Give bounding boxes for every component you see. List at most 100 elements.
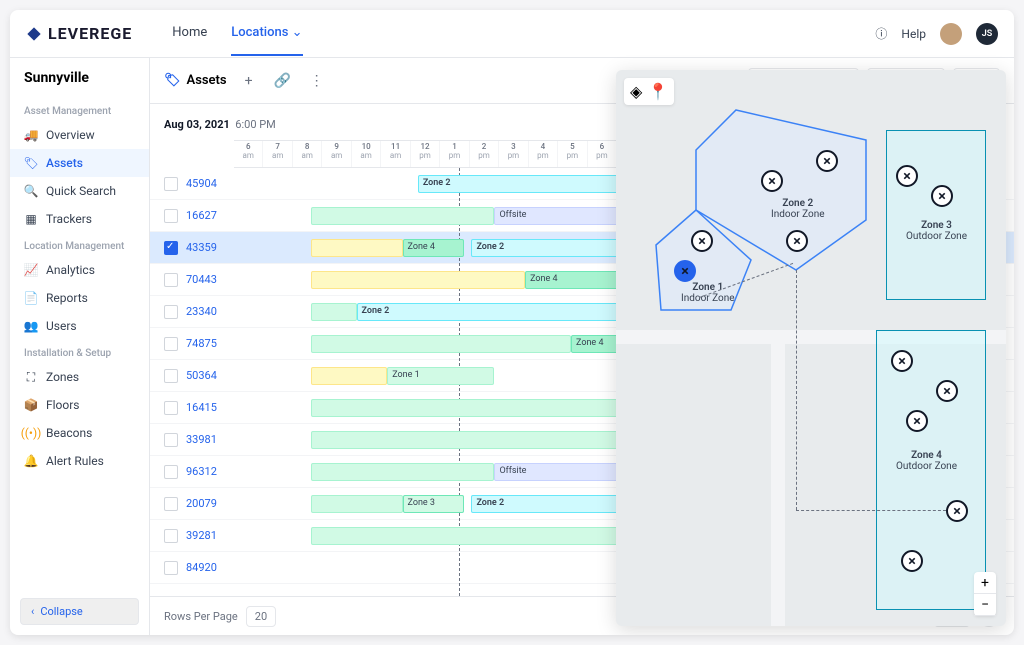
row-checkbox[interactable]	[164, 337, 178, 351]
topbar-right: ⓘ Help JS	[875, 23, 998, 45]
help-link[interactable]: Help	[901, 27, 926, 41]
row-id[interactable]: 74875	[186, 337, 234, 350]
row-checkbox[interactable]	[164, 305, 178, 319]
chevron-down-icon: ⌄	[292, 25, 303, 40]
sidebar-item-beacons[interactable]: ((•))Beacons	[10, 419, 149, 447]
gantt-bar[interactable]	[311, 335, 571, 353]
row-id[interactable]: 45904	[186, 177, 234, 190]
map-pin[interactable]	[786, 230, 808, 252]
gantt-time: 6:00 PM	[235, 118, 275, 131]
map-pin[interactable]	[896, 165, 918, 187]
zone-4-label: Zone 4Outdoor Zone	[896, 450, 957, 472]
tag-icon: 🏷	[164, 73, 181, 88]
avatar[interactable]	[940, 23, 962, 45]
zoom-controls: + −	[974, 572, 996, 616]
rpp-value[interactable]: 20	[246, 606, 276, 627]
gantt-bar[interactable]: Zone 4	[403, 239, 464, 257]
row-id[interactable]: 20079	[186, 497, 234, 510]
sidebar-item-zones[interactable]: ⛶Zones	[10, 363, 149, 391]
row-id[interactable]: 33981	[186, 433, 234, 446]
zone-3-shape[interactable]	[886, 130, 986, 300]
row-id[interactable]: 16415	[186, 401, 234, 414]
add-button[interactable]: +	[237, 69, 261, 93]
gantt-bar[interactable]	[311, 207, 495, 225]
row-checkbox[interactable]	[164, 177, 178, 191]
users-icon: 👥	[24, 319, 38, 333]
row-id[interactable]: 16627	[186, 209, 234, 222]
sidebar-item-trackers[interactable]: ▦Trackers	[10, 205, 149, 233]
zoom-out[interactable]: −	[974, 594, 996, 616]
zones-icon: ⛶	[24, 370, 38, 384]
road	[771, 330, 785, 626]
row-id[interactable]: 96312	[186, 465, 234, 478]
gantt-bar[interactable]	[311, 303, 357, 321]
map-pin-selected[interactable]	[674, 260, 696, 282]
map-pin[interactable]	[816, 150, 838, 172]
gantt-bar[interactable]	[311, 271, 525, 289]
row-id[interactable]: 43359	[186, 241, 234, 254]
user-badge[interactable]: JS	[976, 23, 998, 45]
toolbar-title: 🏷 Assets	[164, 73, 227, 88]
map-pin[interactable]	[906, 410, 928, 432]
gantt-bar[interactable]	[311, 239, 403, 257]
tracker-icon: ▦	[24, 212, 38, 226]
topnav: Home Locations ⌄	[172, 11, 302, 56]
row-checkbox[interactable]	[164, 241, 178, 255]
sidebar-item-alert-rules[interactable]: 🔔Alert Rules	[10, 447, 149, 475]
row-id[interactable]: 50364	[186, 369, 234, 382]
row-checkbox[interactable]	[164, 465, 178, 479]
time-tick: 2pm	[470, 141, 499, 167]
sidebar-item-analytics[interactable]: 📈Analytics	[10, 256, 149, 284]
tag-icon: 🏷	[24, 156, 38, 170]
more-button[interactable]: ⋮	[305, 69, 329, 93]
sidebar-item-overview[interactable]: 🚚Overview	[10, 121, 149, 149]
zoom-in[interactable]: +	[974, 572, 996, 594]
gantt-bar[interactable]: Zone 3	[403, 495, 464, 513]
sidebar-item-users[interactable]: 👥Users	[10, 312, 149, 340]
time-tick: 12pm	[411, 141, 440, 167]
map-pin[interactable]	[761, 170, 783, 192]
logo-icon	[26, 26, 42, 42]
row-checkbox[interactable]	[164, 401, 178, 415]
map-pin[interactable]	[931, 185, 953, 207]
row-id[interactable]: 84920	[186, 561, 234, 574]
gantt-bar[interactable]	[311, 463, 495, 481]
nav-locations[interactable]: Locations ⌄	[231, 11, 302, 56]
row-id[interactable]: 23340	[186, 305, 234, 318]
map-pin[interactable]	[891, 350, 913, 372]
row-checkbox[interactable]	[164, 433, 178, 447]
sidebar-item-assets[interactable]: 🏷Assets	[10, 149, 149, 177]
sidebar-item-floors[interactable]: 📦Floors	[10, 391, 149, 419]
help-icon[interactable]: ⓘ	[875, 25, 887, 42]
row-checkbox[interactable]	[164, 529, 178, 543]
row-id[interactable]: 39281	[186, 529, 234, 542]
gantt-bar[interactable]	[311, 495, 403, 513]
map-pin[interactable]	[936, 380, 958, 402]
map-pin[interactable]	[946, 500, 968, 522]
brand-text: LEVEREGE	[48, 24, 132, 43]
row-checkbox[interactable]	[164, 209, 178, 223]
dashed-connector	[796, 510, 946, 511]
map-panel[interactable]: ◈ 📍 Zone 2Indoor Zone Zone 1Indoor Zone …	[616, 70, 1006, 626]
pin-toggle-icon[interactable]: 📍	[648, 82, 668, 101]
row-checkbox[interactable]	[164, 273, 178, 287]
map-pin[interactable]	[691, 230, 713, 252]
row-checkbox[interactable]	[164, 561, 178, 575]
row-checkbox[interactable]	[164, 369, 178, 383]
chevron-left-icon: ‹	[31, 605, 34, 618]
map-pin[interactable]	[901, 550, 923, 572]
nav-home[interactable]: Home	[172, 11, 207, 56]
row-checkbox[interactable]	[164, 497, 178, 511]
analytics-icon: 📈	[24, 263, 38, 277]
gantt-bar[interactable]	[311, 367, 388, 385]
link-button[interactable]: 🔗	[271, 69, 295, 93]
locate-icon[interactable]: ◈	[630, 82, 642, 101]
sidebar-item-quick-search[interactable]: 🔍Quick Search	[10, 177, 149, 205]
collapse-button[interactable]: ‹ Collapse	[20, 598, 139, 625]
topbar: LEVEREGE Home Locations ⌄ ⓘ Help JS	[10, 10, 1014, 58]
gantt-bar[interactable]: Zone 1	[387, 367, 494, 385]
sidebar-item-reports[interactable]: 📄Reports	[10, 284, 149, 312]
time-tick: 6am	[234, 141, 263, 167]
truck-icon: 🚚	[24, 128, 38, 142]
row-id[interactable]: 70443	[186, 273, 234, 286]
